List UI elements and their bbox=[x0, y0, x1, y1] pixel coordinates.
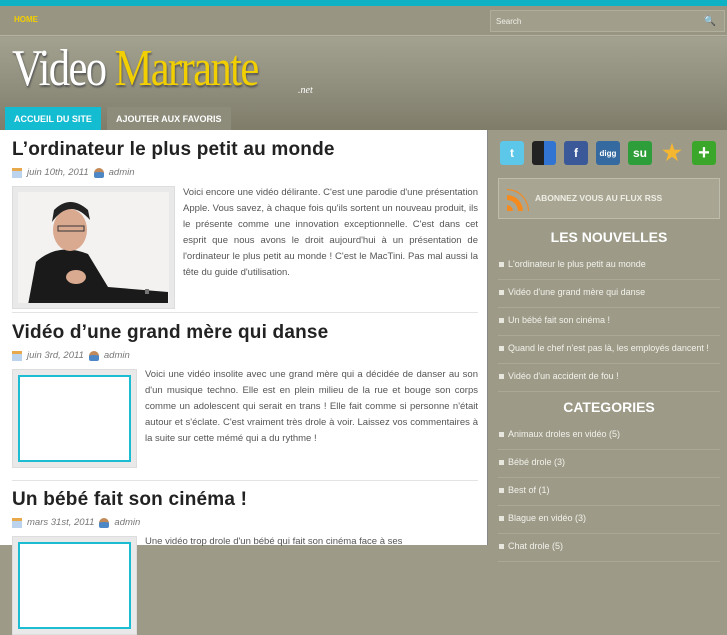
post-title[interactable]: L’ordinateur le plus petit au monde bbox=[12, 139, 478, 161]
list-item[interactable]: Blague en vidéo (3) bbox=[498, 506, 720, 534]
user-icon bbox=[99, 517, 110, 528]
widget-title-news: LES NOUVELLES bbox=[550, 229, 668, 245]
twitter-icon[interactable]: t bbox=[500, 141, 524, 165]
calendar-icon bbox=[12, 167, 22, 178]
post-thumbnail[interactable] bbox=[12, 369, 137, 468]
list-item[interactable]: Best of (1) bbox=[498, 478, 720, 506]
rss-icon bbox=[507, 189, 529, 211]
site-logo[interactable]: Video Marrante bbox=[12, 39, 259, 98]
star-favorite-icon[interactable]: ★ bbox=[660, 140, 684, 165]
tab-favoris[interactable]: AJOUTER AUX FAVORIS bbox=[107, 107, 231, 130]
facebook-icon[interactable]: f bbox=[564, 141, 588, 165]
rss-subscribe-box[interactable]: ABONNEZ VOUS AU FLUX RSS bbox=[498, 178, 720, 219]
post: Un bébé fait son cinéma ! mars 31st, 201… bbox=[12, 489, 478, 528]
search-icon[interactable]: 🔍 bbox=[704, 16, 716, 27]
search-placeholder: Search bbox=[496, 17, 522, 26]
user-icon bbox=[93, 167, 104, 178]
post-author: admin bbox=[114, 517, 141, 528]
post: L’ordinateur le plus petit au monde juin… bbox=[12, 139, 478, 178]
list-item[interactable]: Vidéo d'une grand mère qui danse bbox=[498, 280, 720, 308]
post-date: juin 3rd, 2011 bbox=[27, 350, 84, 361]
post-title[interactable]: Vidéo d’une grand mère qui danse bbox=[12, 322, 478, 344]
add-plus-icon[interactable]: + bbox=[692, 141, 716, 165]
calendar-icon bbox=[12, 517, 22, 528]
tab-accueil[interactable]: ACCUEIL DU SITE bbox=[5, 107, 101, 130]
post-thumbnail[interactable] bbox=[12, 536, 137, 635]
divider bbox=[12, 480, 478, 481]
list-item[interactable]: Chat drole (5) bbox=[498, 534, 720, 562]
list-item[interactable]: Un bébé fait son cinéma ! bbox=[498, 308, 720, 336]
list-item[interactable]: Bébé drole (3) bbox=[498, 450, 720, 478]
list-item[interactable]: Vidéo d'un accident de fou ! bbox=[498, 364, 720, 392]
site-header: Video Marrante .net ACCUEIL DU SITE AJOU… bbox=[0, 37, 727, 130]
calendar-icon bbox=[12, 350, 22, 361]
logo-word-video: Video bbox=[12, 40, 107, 97]
post-thumbnail[interactable] bbox=[12, 186, 175, 309]
stumbleupon-icon[interactable]: su bbox=[628, 141, 652, 165]
divider bbox=[12, 312, 478, 313]
post-title[interactable]: Un bébé fait son cinéma ! bbox=[12, 489, 478, 511]
post-excerpt: Voici encore une vidéo délirante. C'est … bbox=[183, 187, 478, 278]
logo-suffix: .net bbox=[298, 85, 313, 96]
widget-title-categories: CATEGORIES bbox=[563, 399, 655, 415]
list-item[interactable]: L'ordinateur le plus petit au monde bbox=[498, 252, 720, 280]
post-date: mars 31st, 2011 bbox=[27, 517, 95, 528]
post: Vidéo d’une grand mère qui danse juin 3r… bbox=[12, 322, 478, 361]
rss-label: ABONNEZ VOUS AU FLUX RSS bbox=[535, 193, 663, 203]
list-item[interactable]: Quand le chef n'est pas là, les employés… bbox=[498, 336, 720, 364]
post-excerpt: Une vidéo trop drole d'un bébé qui fait … bbox=[145, 536, 403, 547]
news-list: L'ordinateur le plus petit au monde Vidé… bbox=[498, 252, 720, 392]
post-author: admin bbox=[103, 350, 130, 361]
digg-icon[interactable]: digg bbox=[596, 141, 620, 165]
social-icons: t f digg su ★ + bbox=[500, 140, 716, 165]
post-excerpt: Voici une vidéo insolite avec une grand … bbox=[145, 369, 478, 444]
delicious-icon[interactable] bbox=[532, 141, 556, 165]
list-item[interactable]: Animaux droles en vidéo (5) bbox=[498, 422, 720, 450]
video-still bbox=[18, 192, 169, 303]
post-date: juin 10th, 2011 bbox=[27, 167, 89, 178]
categories-list: Animaux droles en vidéo (5) Bébé drole (… bbox=[498, 422, 720, 562]
search-input[interactable]: Search 🔍 bbox=[490, 10, 725, 32]
top-nav: HOME Search 🔍 bbox=[0, 6, 727, 36]
post-author: admin bbox=[108, 167, 135, 178]
user-icon bbox=[88, 350, 99, 361]
logo-word-marrante: Marrante bbox=[114, 40, 259, 97]
main-content: L’ordinateur le plus petit au monde juin… bbox=[0, 130, 488, 635]
nav-home-link[interactable]: HOME bbox=[14, 15, 38, 24]
